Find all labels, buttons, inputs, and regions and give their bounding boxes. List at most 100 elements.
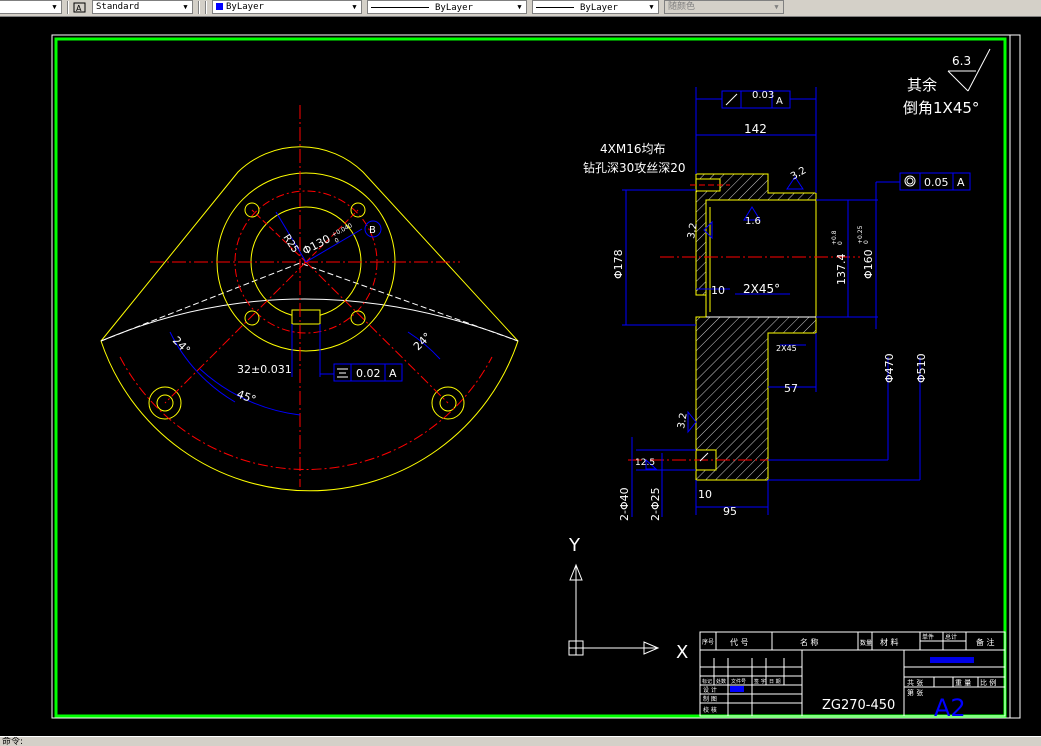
sheet-size: A2 [934,694,966,722]
text-style-combo[interactable]: Standard ▼ [92,0,193,14]
row-weight: 重 量 [955,679,971,687]
row-design: 设 计 [703,686,717,694]
properties-toolbar: ▼ Standard ▼ A ByLayer ▼ ByLayer ▼ ByLay… [0,0,1041,17]
row-sheet: 第 张 [907,688,923,697]
angle-24-left: 24° [170,334,193,357]
paper-border [51,34,1011,719]
symmetry-datum: A [389,367,397,380]
title-block: 序号 代 号 名 称 数量 材 料 单件 总计 备 注 标记 处数 文件号 签 … [699,631,1006,722]
col-qty: 数量 [860,639,872,647]
dim-2-phi25: 2-Φ25 [649,487,662,521]
color-combo[interactable]: ByLayer ▼ [212,0,362,14]
toolbar-separator [205,1,207,14]
concentricity-value: 0.05 [924,176,949,189]
paper-shadow [1009,34,1021,719]
dim-130-tol-lower: 0 [334,237,341,245]
dim-142: 142 [744,122,767,136]
roughness-3-2-top: 3.2 [789,165,808,182]
chevron-down-icon[interactable]: ▼ [49,2,60,12]
color-swatch-icon [216,3,223,10]
lineweight-preview-icon [536,1,574,8]
general-notes: 6.3 其余 倒角1X45° [903,48,991,117]
bolt-hole [244,310,260,326]
command-line[interactable]: 命令: [0,736,1041,746]
col-seq: 序号 [702,638,714,646]
axis-x-label: X [676,642,688,663]
thread-note-line1: 4XM16均布 [600,142,665,156]
chevron-down-icon[interactable]: ▼ [514,2,525,12]
linetype-value: ByLayer [435,3,473,13]
row-count: 处数 [716,678,726,685]
text-style-icon[interactable]: A [72,1,90,14]
title-mark [930,657,974,663]
col-total-weight: 总计 [945,633,957,641]
linetype-preview-icon [371,1,429,8]
chevron-down-icon[interactable]: ▼ [771,2,782,12]
concentricity-datum: A [957,176,965,189]
col-name: 名 称 [800,637,819,647]
row-scale: 比 例 [980,678,996,687]
command-prompt: 命令: [2,737,24,746]
roughness-1-6: 1.6 [745,216,761,227]
chamfer-small: 2X45 [776,344,797,353]
symmetry-value: 0.02 [356,367,381,380]
bore [705,199,817,318]
hub-upper-section [695,173,817,296]
chevron-down-icon[interactable]: ▼ [180,2,191,12]
lineweight-combo[interactable]: ByLayer ▼ [532,0,659,14]
row-total-sheets: 共 张 [907,678,923,687]
toolbar-separator [67,1,69,14]
drawing-number: ZG270-450 [822,698,895,713]
note-line1: 其余 [907,76,937,94]
dim-137: 137.4 [835,254,848,286]
dim-510: Φ510 [915,353,928,383]
dim-137-tol-lower: 0 [837,241,844,245]
row-file: 文件号 [731,678,746,685]
text-style-left-combo[interactable]: ▼ [0,0,62,14]
chevron-down-icon[interactable]: ▼ [349,2,360,12]
col-remarks: 备 注 [976,637,995,647]
arm-centerline [164,261,307,404]
row-date: 日 期 [769,679,781,685]
row-check: 校 核 [703,706,717,714]
key-width-dim: 32±0.031 [237,363,292,376]
sector-radial-lines [100,262,519,342]
linetype-combo[interactable]: ByLayer ▼ [367,0,527,14]
col-material: 材 料 [880,637,899,647]
plotstyle-value: 随颜色 [668,2,696,12]
drawing-canvas[interactable]: R25 Φ130 +0.040 0 B 24° 24° 45° 32±0.031… [0,17,1041,736]
text-style-value: Standard [96,2,140,12]
dim-95: 95 [723,505,737,518]
dim-160: Φ160 [862,249,875,279]
col-unit-weight: 单件 [922,633,934,641]
flatness-value: 0.03 [752,90,774,101]
front-view: R25 Φ130 +0.040 0 B 24° 24° 45° 32±0.031… [100,105,519,492]
dim-10-lower: 10 [698,488,712,501]
roughness-6-3: 6.3 [952,54,971,68]
flatness-datum: A [776,96,783,107]
designer-mark [730,686,744,692]
color-value: ByLayer [226,2,264,12]
plotstyle-combo[interactable]: 随颜色 ▼ [664,0,784,14]
chamfer-2x45: 2X45° [743,282,780,296]
keyway [291,309,321,325]
row-draw: 制 图 [703,695,717,703]
row-sign: 签 字 [754,678,766,685]
svg-text:A: A [76,4,82,13]
dim-2-phi40: 2-Φ40 [618,487,631,521]
axis-y-label: Y [568,535,581,556]
note-line2: 倒角1X45° [903,99,979,117]
col-code: 代 号 [730,637,749,647]
section-view: 0.03 A 142 4XM16均布 钻孔深30攻丝深20 0.05 A Φ17… [583,87,971,521]
dim-10-upper: 10 [711,284,725,297]
row-mark: 标记 [702,678,712,685]
ucs-icon: Y X [568,535,688,663]
datum-b-label: B [369,225,376,236]
lineweight-value: ByLayer [580,3,618,13]
dim-178: Φ178 [612,249,625,279]
chevron-down-icon[interactable]: ▼ [646,2,657,12]
roughness-12-5: 12.5 [635,458,655,468]
drawing-frame [54,37,1007,718]
dim-r25-label: R25 [280,233,300,256]
dim-160-tol-lower: 0 [863,240,870,244]
